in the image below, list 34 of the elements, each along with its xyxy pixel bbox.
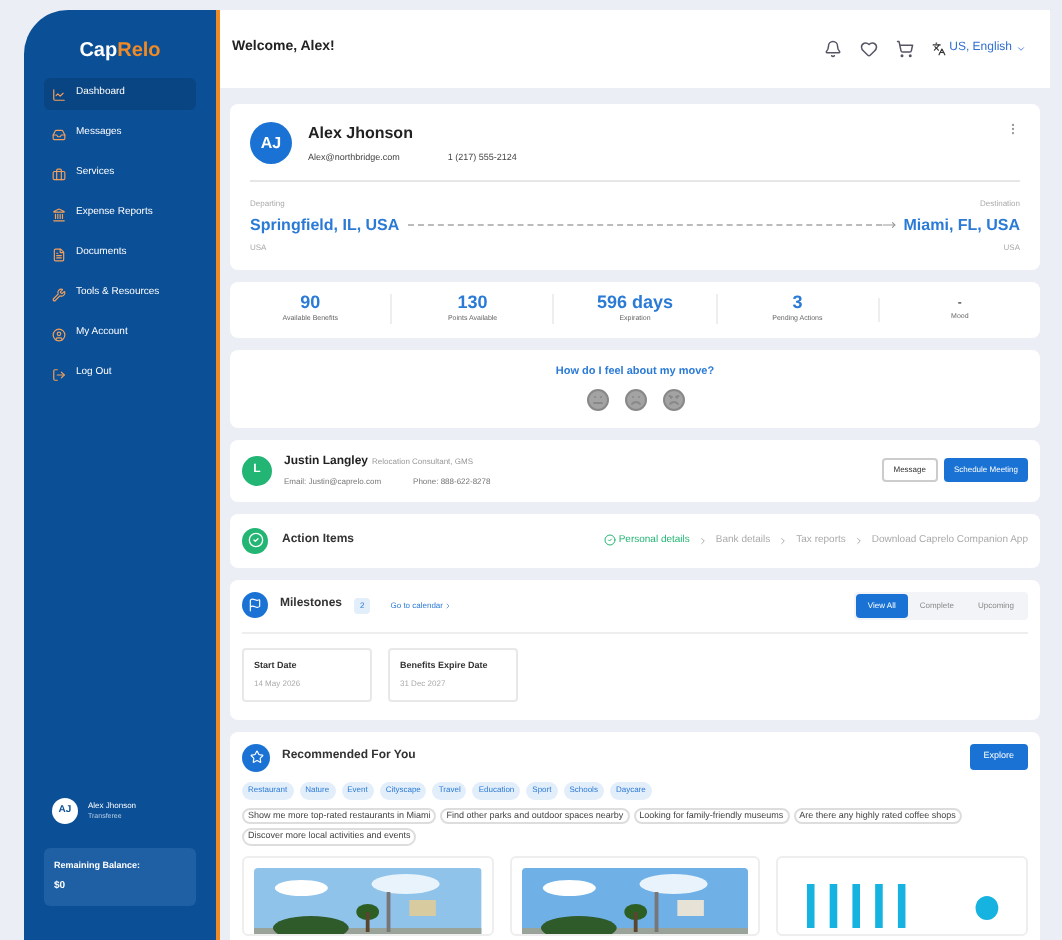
- logout-icon: [52, 367, 66, 381]
- face-icon[interactable]: [623, 388, 647, 413]
- chevron-icon: [853, 535, 864, 546]
- stat-value: 90: [300, 294, 321, 313]
- logo: CapRelo: [77, 38, 163, 66]
- translate-icon: [931, 42, 946, 56]
- chart-icon: [52, 87, 66, 101]
- document-icon: [52, 247, 66, 261]
- wrench-icon: [52, 287, 66, 301]
- briefcase-icon: [52, 167, 66, 181]
- flag-badge-icon: [242, 592, 268, 619]
- bank-icon: [52, 207, 66, 221]
- chevron-icon: [697, 535, 708, 546]
- chevron-icon: [778, 535, 789, 546]
- caret-icon: [1016, 44, 1026, 54]
- face-icon[interactable]: [585, 388, 609, 413]
- check-icon: [604, 534, 617, 547]
- place-card[interactable]: [509, 855, 761, 935]
- heart-icon[interactable]: [859, 40, 878, 58]
- destination-city: Miami, FL, USA: [903, 213, 1020, 238]
- stat-value: 130: [457, 294, 488, 313]
- stat-value: 596 days: [596, 294, 674, 313]
- profile-name: Alex Jhonson: [308, 122, 415, 146]
- stat-value: 3: [792, 294, 803, 313]
- place-card[interactable]: [242, 855, 494, 935]
- inbox-icon: [52, 127, 66, 141]
- face-icon[interactable]: [661, 388, 685, 413]
- user-icon: [52, 327, 66, 341]
- notification-icon[interactable]: [823, 40, 842, 58]
- cart-icon[interactable]: [895, 40, 914, 58]
- departing-city: Springfield, IL, USA: [250, 213, 400, 238]
- check-badge-icon: [242, 527, 268, 554]
- star-badge-icon: [242, 743, 270, 771]
- avatar: AJ: [250, 122, 292, 165]
